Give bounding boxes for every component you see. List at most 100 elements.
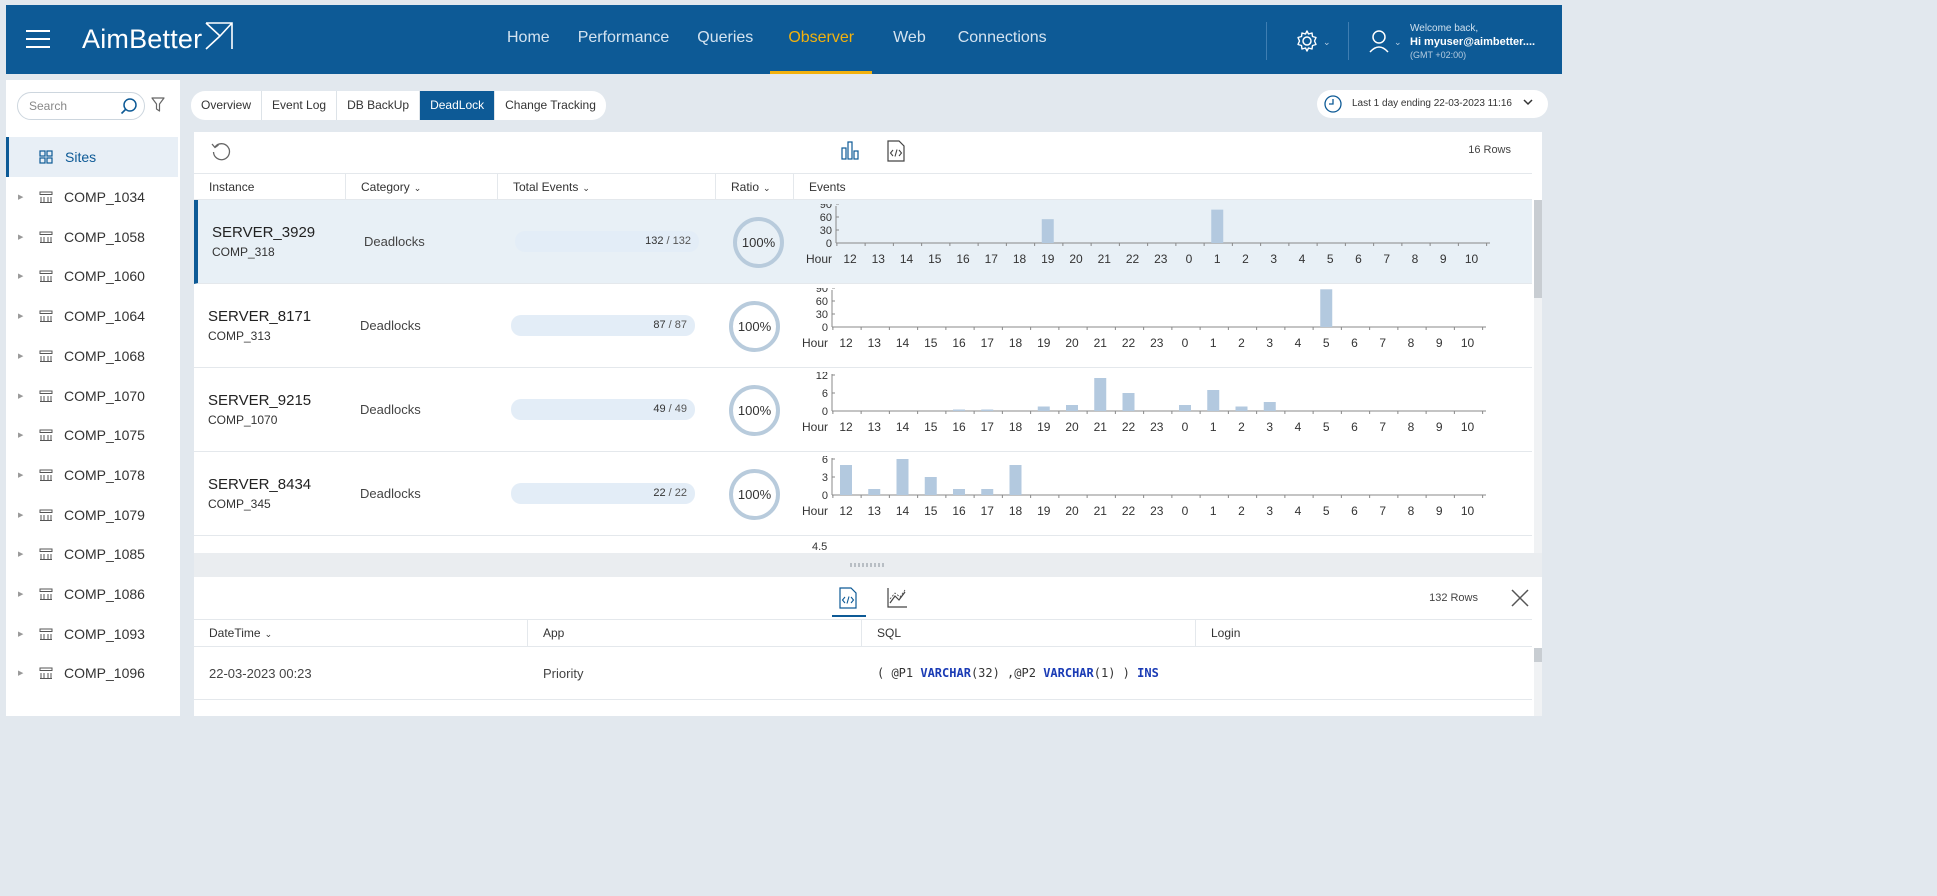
nav-observer[interactable]: Observer (770, 5, 872, 74)
line-chart-icon[interactable] (886, 587, 908, 609)
user-icon[interactable] (1368, 28, 1390, 54)
sidebar-item-comp[interactable]: ▶ COMP_1086 (6, 574, 178, 614)
logo[interactable]: AimBetter (82, 21, 234, 55)
column-header-login[interactable]: Login (1196, 620, 1532, 647)
sidebar-item-comp[interactable]: ▶ COMP_1085 (6, 534, 178, 574)
caret-right-icon[interactable]: ▶ (6, 193, 39, 201)
drag-grip-icon[interactable] (850, 563, 884, 567)
search-input[interactable] (29, 99, 109, 113)
event-bar[interactable] (953, 409, 965, 412)
caret-right-icon[interactable]: ▶ (6, 511, 39, 519)
scrollbar-thumb[interactable] (1534, 200, 1542, 298)
caret-right-icon[interactable]: ▶ (6, 590, 39, 598)
table-row[interactable]: SERVER_8171 COMP_313 Deadlocks 87 / 87 100% 9… (194, 284, 1532, 368)
main-nav: Home Performance Queries Observer Web Co… (496, 5, 1064, 74)
event-bar[interactable] (1211, 209, 1224, 243)
column-header-datetime[interactable]: DateTime ⌄ (194, 620, 528, 647)
caret-right-icon[interactable]: ▶ (6, 352, 39, 360)
chevron-down-icon: ⌄ (763, 183, 771, 193)
event-bar[interactable] (1041, 219, 1054, 243)
column-header-ratio[interactable]: Ratio ⌄ (716, 174, 794, 200)
event-bar[interactable] (1009, 465, 1022, 495)
nav-home[interactable]: Home (496, 5, 561, 74)
column-header-app[interactable]: App (528, 620, 862, 647)
events-total: 22 (674, 487, 687, 499)
column-header-category[interactable]: Category ⌄ (346, 174, 498, 200)
event-bar[interactable] (868, 489, 881, 495)
sidebar-item-comp[interactable]: ▶ COMP_1078 (6, 455, 178, 495)
code-file-icon[interactable] (838, 587, 858, 609)
caret-right-icon[interactable]: ▶ (6, 392, 39, 400)
sidebar-item-comp[interactable]: ▶ COMP_1075 (6, 415, 178, 455)
date-range-text: Last 1 day ending 22-03-2023 11:16 (1352, 98, 1512, 109)
table-row[interactable]: SERVER_8434 COMP_345 Deadlocks 22 / 22 100% 6… (194, 452, 1532, 536)
bar-chart-view-icon[interactable] (840, 140, 860, 160)
search-icon[interactable] (119, 96, 139, 116)
sidebar-item-comp[interactable]: ▶ COMP_1096 (6, 653, 178, 693)
caret-right-icon[interactable]: ▶ (6, 630, 39, 638)
caret-right-icon[interactable]: ▶ (6, 550, 39, 558)
tab-deadlock[interactable]: DeadLock (420, 91, 496, 120)
caret-right-icon[interactable]: ▶ (6, 272, 39, 280)
nav-performance[interactable]: Performance (567, 5, 681, 74)
user-info[interactable]: Welcome back, Hi myuser@aimbetter.... (G… (1410, 23, 1535, 62)
event-bar[interactable] (1037, 406, 1050, 412)
event-bar[interactable] (924, 477, 937, 495)
category: Deadlocks (360, 486, 421, 501)
table-row[interactable]: SERVER_3929 COMP_318 Deadlocks 132 / 132 100… (194, 200, 1532, 284)
refresh-icon[interactable] (210, 141, 232, 163)
table-row[interactable]: 22-03-2023 00:23 Priority ( @P1 VARCHAR(… (194, 648, 1532, 700)
caret-right-icon[interactable]: ▶ (6, 431, 39, 439)
sidebar-item-comp[interactable]: ▶ COMP_1034 (6, 177, 178, 217)
code-file-icon[interactable] (886, 140, 906, 162)
caret-right-icon[interactable]: ▶ (6, 471, 39, 479)
sidebar-item-comp[interactable]: ▶ COMP_1079 (6, 495, 178, 535)
event-bar[interactable] (1122, 393, 1135, 411)
tab-event-log[interactable]: Event Log (262, 91, 338, 120)
nav-web[interactable]: Web (878, 5, 941, 74)
column-header-total-events[interactable]: Total Events ⌄ (498, 174, 716, 200)
tab-overview[interactable]: Overview (191, 91, 263, 120)
sidebar-item-comp[interactable]: ▶ COMP_1093 (6, 614, 178, 654)
chevron-down-icon[interactable]: ⌄ (1394, 37, 1402, 48)
column-header-sql[interactable]: SQL (862, 620, 1196, 647)
event-bar[interactable] (1207, 390, 1220, 411)
caret-right-icon[interactable]: ▶ (6, 312, 39, 320)
sidebar-item-comp[interactable]: ▶ COMP_1064 (6, 296, 178, 336)
event-bar[interactable] (1179, 405, 1191, 411)
tab-db-backup[interactable]: DB BackUp (337, 91, 421, 120)
event-bar[interactable] (1263, 402, 1276, 411)
event-bar[interactable] (1235, 406, 1248, 412)
sidebar-item-comp[interactable]: ▶ COMP_1070 (6, 376, 178, 416)
hamburger-menu-icon[interactable] (26, 30, 50, 50)
sidebar-item-comp[interactable]: ▶ COMP_1068 (6, 336, 178, 376)
nav-queries[interactable]: Queries (686, 5, 764, 74)
event-bar[interactable] (953, 489, 965, 495)
date-range-picker[interactable]: Last 1 day ending 22-03-2023 11:16 (1317, 90, 1548, 118)
panel-splitter[interactable] (194, 553, 1542, 577)
event-bar[interactable] (981, 489, 994, 495)
event-bar[interactable] (1094, 378, 1107, 411)
sidebar-item-comp[interactable]: ▶ COMP_1060 (6, 256, 178, 296)
event-bar[interactable] (896, 459, 909, 495)
caret-right-icon[interactable]: ▶ (6, 233, 39, 241)
gear-icon[interactable] (1295, 29, 1319, 53)
table-row[interactable]: SERVER_9215 COMP_1070 Deadlocks 49 / 49 100%… (194, 368, 1532, 452)
caret-right-icon[interactable]: ▶ (6, 669, 39, 677)
nav-connections[interactable]: Connections (947, 5, 1058, 74)
sidebar-item-comp[interactable]: ▶ COMP_1058 (6, 217, 178, 257)
hour-axis-label: Hour (802, 336, 828, 350)
sidebar: Sites ▶ COMP_1034 ▶ COMP_1058 ▶ COMP_1060 ▶ COM… (6, 80, 180, 716)
sidebar-item-sites[interactable]: Sites (6, 137, 178, 177)
event-bar[interactable] (981, 409, 994, 412)
close-icon[interactable] (1511, 589, 1529, 607)
tab-change-tracking[interactable]: Change Tracking (495, 91, 606, 120)
filter-icon[interactable] (151, 97, 165, 113)
scrollbar-thumb[interactable] (1534, 648, 1542, 662)
event-bar[interactable] (1320, 289, 1333, 327)
chevron-down-icon[interactable]: ⌄ (1323, 37, 1331, 48)
column-header-instance[interactable]: Instance (194, 174, 346, 200)
sql-text: ( @P1 (877, 666, 921, 680)
event-bar[interactable] (1066, 405, 1078, 411)
event-bar[interactable] (840, 465, 852, 495)
